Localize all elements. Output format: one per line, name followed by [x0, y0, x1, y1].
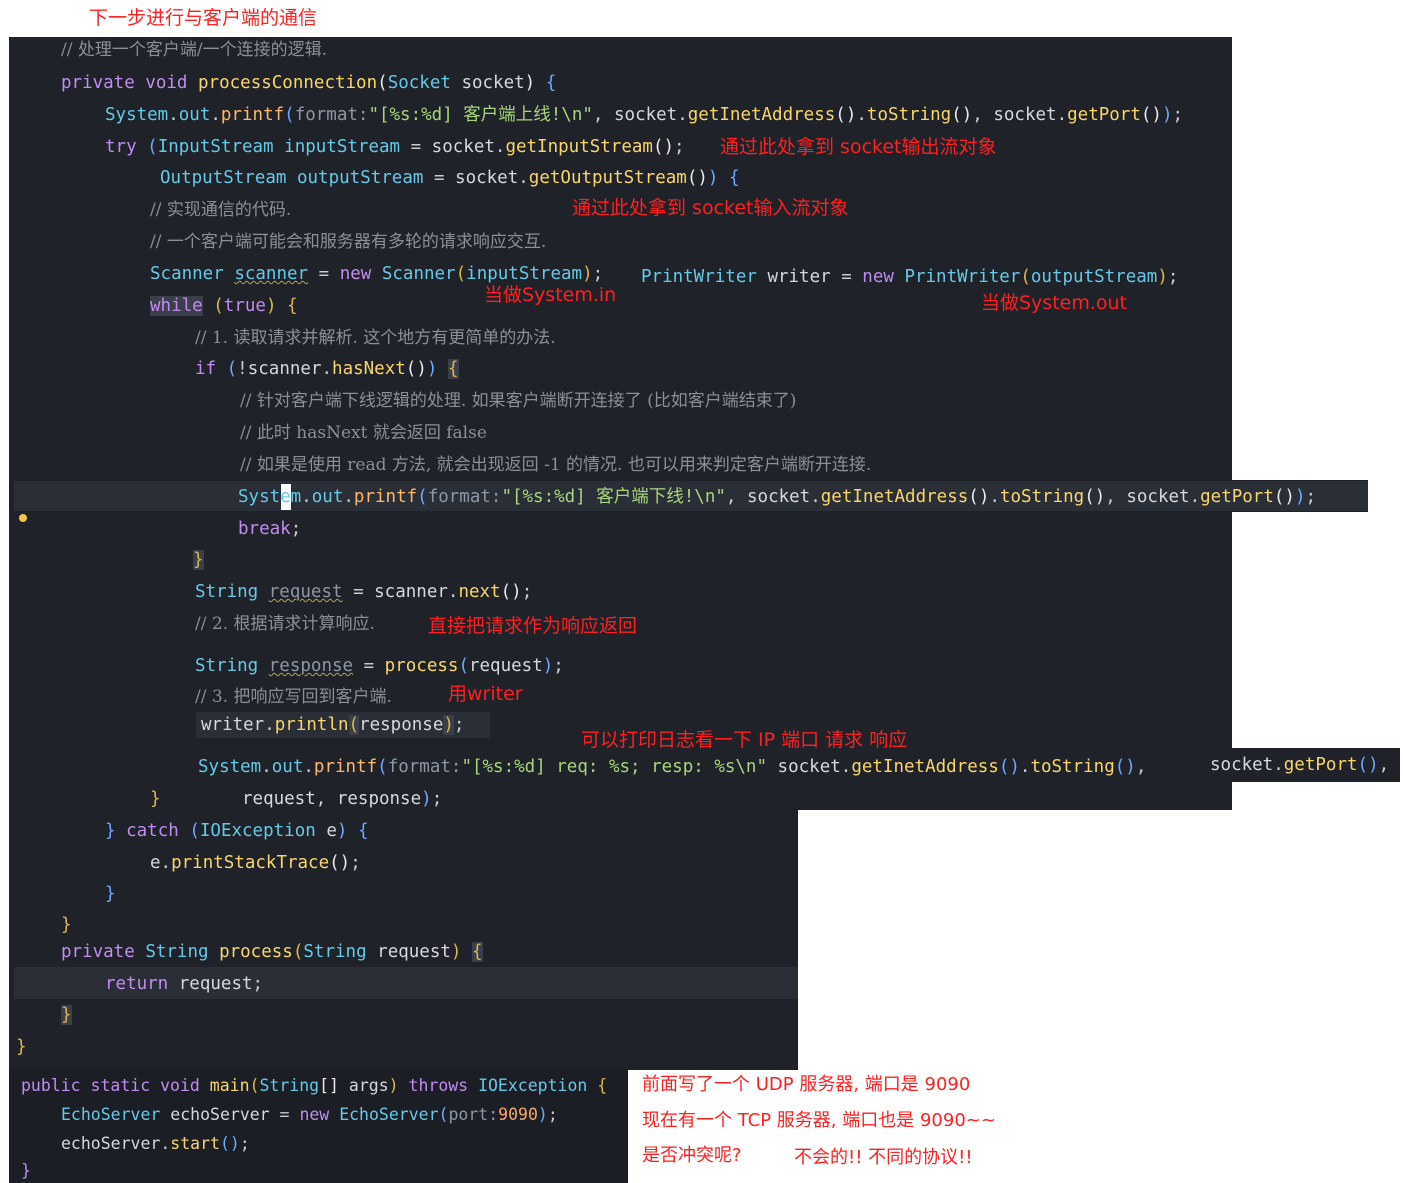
code-line: e.printStackTrace(); [150, 853, 361, 873]
annotation-tcp-note: 现在有一个 TCP 服务器, 端口也是 9090~~ [642, 1110, 996, 1131]
code-line: while (true) { [150, 296, 298, 316]
code-line: } catch (IOException e) { [105, 821, 369, 841]
code-line: // 3. 把响应写回到客户端. [195, 687, 392, 707]
code-line: } [150, 789, 161, 809]
annotation-socket-output: 通过此处拿到 socket输出流对象 [720, 136, 997, 158]
code-editor-panel-lower [9, 810, 798, 1070]
code-line: PrintWriter writer = new PrintWriter(out… [641, 267, 1179, 287]
code-line: private void processConnection(Socket so… [61, 73, 557, 93]
code-line: return request; [105, 974, 264, 994]
annotation-log: 可以打印日志看一下 IP 端口 请求 响应 [581, 729, 908, 751]
annotation-conflict-question: 是否冲突呢? [642, 1145, 742, 1166]
code-line: private String process(String request) { [61, 942, 483, 962]
code-line: try (InputStream inputStream = socket.ge… [105, 137, 685, 157]
code-line: socket.getPort(), [1210, 755, 1390, 775]
annotation-system-in: 当做System.in [484, 284, 617, 306]
code-line: } [61, 1005, 72, 1025]
code-line: // 如果是使用 read 方法, 就会出现返回 -1 的情况. 也可以用来判定… [240, 455, 872, 475]
annotation-system-out: 当做System.out [981, 292, 1128, 314]
code-line: System.out.printf(format:"[%s:%d] 客户端上线!… [105, 105, 1184, 125]
code-line: request, response); [242, 789, 443, 809]
code-line: OutputStream outputStream = socket.getOu… [160, 168, 740, 188]
code-line: if (!scanner.hasNext()) { [195, 359, 459, 379]
code-line: System.out.printf(format:"[%s:%d] 客户端下线!… [238, 487, 1317, 507]
code-line: // 1. 读取请求并解析. 这个地方有更简单的办法. [195, 328, 556, 348]
annotation-title: 下一步进行与客户端的通信 [89, 7, 318, 29]
code-line: break; [238, 519, 302, 539]
code-line: // 2. 根据请求计算响应. [195, 614, 375, 634]
code-line: // 一个客户端可能会和服务器有多轮的请求响应交互. [150, 232, 547, 252]
code-line: // 实现通信的代码. [150, 200, 292, 220]
annotation-udp-note: 前面写了一个 UDP 服务器, 端口是 9090 [642, 1074, 971, 1095]
annotation-use-writer: 用writer [448, 683, 523, 705]
code-line: // 此时 hasNext 就会返回 false [240, 423, 487, 443]
code-line: // 处理一个客户端/一个连接的逻辑. [61, 40, 327, 60]
code-line: Scanner scanner = new Scanner(inputStrea… [150, 264, 604, 284]
code-line: echoServer.start(); [61, 1134, 250, 1153]
annotation-conflict-answer: 不会的!! 不同的协议!! [794, 1147, 973, 1168]
code-line: String request = scanner.next(); [195, 582, 533, 602]
lightbulb-icon[interactable] [19, 514, 27, 522]
code-line: } [61, 915, 72, 935]
code-line: EchoServer echoServer = new EchoServer(p… [61, 1105, 558, 1124]
code-line: } [21, 1161, 31, 1180]
code-line: } [105, 884, 116, 904]
code-line: } [193, 550, 204, 570]
code-line: writer.println(response); [201, 715, 465, 735]
code-line: public static void main(String[] args) t… [21, 1076, 608, 1095]
code-line: String response = process(request); [195, 656, 564, 676]
code-line: // 针对客户端下线逻辑的处理. 如果客户端断开连接了 (比如客户端结束了) [240, 391, 797, 411]
annotation-socket-input: 通过此处拿到 socket输入流对象 [572, 197, 849, 219]
annotation-echo: 直接把请求作为响应返回 [428, 615, 638, 637]
code-line: System.out.printf(format:"[%s:%d] req: %… [198, 757, 1147, 777]
code-line: } [16, 1037, 27, 1057]
